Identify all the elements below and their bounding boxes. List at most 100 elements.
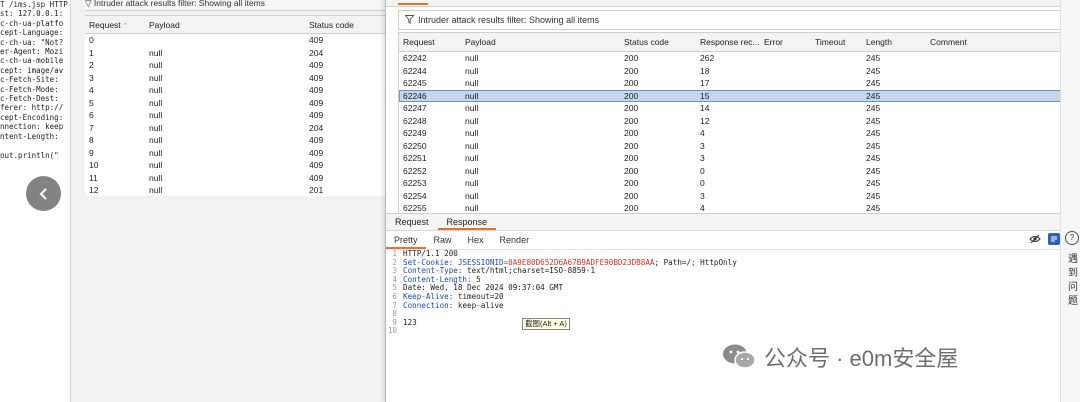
request-line: c-Fetch-Mode: (0, 84, 59, 94)
table-row[interactable]: 62249 null 200 4 245 (399, 127, 1061, 140)
table-cell: 245 (866, 190, 881, 201)
table-cell: 245 (866, 178, 881, 189)
hide-eye-icon[interactable] (1029, 233, 1041, 245)
request-line: st: 127.0.0.1: (0, 9, 64, 19)
screenshot-tooltip: 截图(Alt + A) (522, 318, 570, 330)
help-icon[interactable]: ? (1065, 231, 1079, 245)
results-filter-bar[interactable]: ▽ Intruder attack results filter: Showin… (85, 0, 385, 11)
column-header[interactable]: Request ⌃ (85, 20, 149, 30)
column-header[interactable]: Payload (465, 37, 624, 47)
table-cell: 15 (700, 90, 710, 101)
table-row[interactable]: 62246 null 200 15 245 (399, 89, 1061, 102)
table-cell: 200 (624, 153, 639, 164)
table-cell: 200 (624, 203, 639, 214)
table-cell: 14 (700, 103, 710, 114)
table-cell: 200 (624, 140, 639, 151)
table-row[interactable]: 62253 null 200 0 245 (399, 177, 1061, 190)
table-row[interactable]: 0 409 (85, 34, 387, 47)
column-header[interactable]: Response rec... (700, 37, 764, 47)
table-cell: 62252 (403, 165, 427, 176)
table-row[interactable]: 7 null 204 (85, 122, 387, 135)
tab-request[interactable]: Request (386, 217, 438, 230)
table-row[interactable]: 8 null 409 (85, 134, 387, 147)
column-header[interactable]: Error (764, 37, 815, 47)
table-row[interactable]: 62254 null 200 3 245 (399, 190, 1061, 203)
table-cell: 200 (624, 65, 639, 76)
table-row[interactable]: 6 null 409 (85, 109, 387, 122)
table-cell: null (149, 60, 163, 71)
table-cell: 245 (866, 65, 881, 76)
table-row[interactable]: 4 null 409 (85, 84, 387, 97)
tab-pretty[interactable]: Pretty (386, 231, 426, 249)
table-row[interactable]: 9 null 409 (85, 147, 387, 160)
table-cell: null (465, 115, 479, 126)
table-cell: 262 (700, 53, 715, 64)
wrap-lines-icon[interactable] (1048, 233, 1060, 245)
table-row[interactable]: 1 null 204 (85, 47, 387, 60)
table-row[interactable]: 2 null 409 (85, 59, 387, 72)
response-editor[interactable]: 1 HTTP/1.1 200 2 Set-Cookie: JSESSIONID =0A… (386, 249, 1061, 402)
table-row[interactable]: 62247 null 200 14 245 (399, 102, 1061, 115)
tab-render[interactable]: Render (492, 231, 538, 249)
filter-icon (404, 14, 415, 26)
tab-hex[interactable]: Hex (460, 231, 492, 249)
table-cell: 409 (309, 72, 324, 83)
side-char: 问 (1068, 282, 1078, 293)
table-cell: 245 (866, 128, 881, 139)
table-row[interactable]: 62250 null 200 3 245 (399, 140, 1061, 153)
column-header[interactable]: Comment (930, 37, 1030, 47)
column-header[interactable]: Length (866, 37, 930, 47)
table-row[interactable]: 62245 null 200 17 245 (399, 77, 1061, 90)
table-cell: 11 (89, 172, 98, 183)
back-button[interactable] (26, 176, 61, 211)
table-cell: 245 (866, 165, 881, 176)
tab-response[interactable]: Response (437, 217, 497, 230)
column-header[interactable]: Status code (309, 20, 383, 30)
table-row[interactable]: 62248 null 200 12 245 (399, 115, 1061, 128)
table-row[interactable]: 62244 null 200 18 245 (399, 65, 1061, 78)
table-cell: 200 (624, 128, 639, 139)
background-results-window: ▽ Intruder attack results filter: Showin… (70, 0, 387, 402)
table-row[interactable]: 62251 null 200 3 245 (399, 152, 1061, 165)
table-row[interactable]: 11 null 409 (85, 172, 387, 185)
column-header[interactable]: Timeout (815, 37, 866, 47)
table-row[interactable]: 10 null 409 (85, 159, 387, 172)
table-cell: 409 (309, 147, 324, 158)
side-char: 遇 (1068, 254, 1078, 265)
table-cell: 62246 (403, 90, 427, 101)
table-cell: 4 (700, 128, 705, 139)
wechat-logo-icon (723, 344, 756, 369)
request-line: nnection: keep (0, 122, 64, 132)
request-line: c-Fetch-Site: (0, 75, 59, 85)
column-header[interactable]: Status code (624, 37, 700, 47)
table-cell: 17 (700, 78, 710, 89)
table-row[interactable]: 62252 null 200 0 245 (399, 165, 1061, 178)
table-cell: 409 (309, 135, 324, 146)
response-line: 10 (387, 326, 397, 336)
table-cell: 62251 (403, 153, 427, 164)
table-cell: null (149, 172, 163, 183)
table-cell: 10 (89, 160, 99, 171)
request-line: cept-Language: (0, 28, 64, 38)
table-row[interactable]: 5 null 409 (85, 97, 387, 110)
table-row[interactable]: 62242 null 200 262 245 (399, 52, 1061, 65)
table-cell: 409 (309, 35, 324, 46)
response-line: 3 Content-Type: text/html;charset=ISO-885… (392, 266, 596, 276)
chevron-left-icon (39, 187, 47, 200)
table-cell: 9 (89, 147, 94, 158)
side-char: 到 (1068, 268, 1078, 279)
table-cell: 4 (700, 203, 705, 214)
tab-raw[interactable]: Raw (426, 231, 460, 249)
column-header[interactable]: Payload (149, 20, 309, 30)
table-cell: null (465, 78, 479, 89)
column-header[interactable]: Request (399, 37, 465, 47)
table-cell: 62255 (403, 203, 427, 214)
table-cell: null (149, 160, 163, 171)
results-table: Request ⌃ Payload Status code 0 409 1 null 204 2… (85, 15, 387, 196)
table-cell: null (149, 97, 163, 108)
table-header: Request ⌃ Payload Status code (85, 16, 387, 34)
table-row[interactable]: 3 null 409 (85, 72, 387, 85)
table-row[interactable]: 12 null 201 (85, 184, 387, 196)
table-cell: 62244 (403, 65, 427, 76)
results-filter-bar[interactable]: Intruder attack results filter: Showing … (398, 10, 1062, 30)
